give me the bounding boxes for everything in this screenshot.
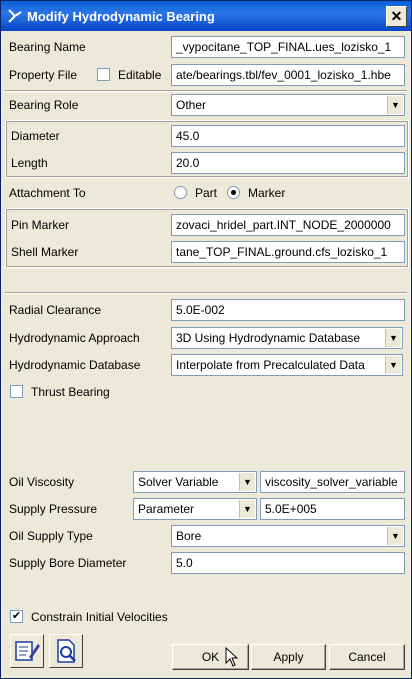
pin-marker-field[interactable]: zovaci_hridel_part.INT_NODE_2000000: [171, 214, 405, 236]
mouse-cursor-icon: [225, 647, 239, 667]
bearing-name-field[interactable]: _vypocitane_TOP_FINAL.ues_lozisko_1: [171, 36, 405, 58]
oil-viscosity-field[interactable]: viscosity_solver_variable: [260, 471, 405, 493]
diameter-label: Diameter: [11, 129, 60, 143]
info-browser-button[interactable]: [49, 634, 83, 668]
cancel-button[interactable]: Cancel: [329, 644, 405, 670]
hydro-approach-label: Hydrodynamic Approach: [9, 331, 140, 345]
supply-bore-diameter-label: Supply Bore Diameter: [9, 556, 127, 570]
attachment-marker-label: Marker: [248, 186, 286, 200]
supply-pressure-field[interactable]: 5.0E+005: [260, 498, 405, 520]
property-file-field[interactable]: ate/bearings.tbl/fev_0001_lozisko_1.hbe: [171, 64, 405, 86]
chevron-down-icon: ▼: [385, 329, 401, 347]
shell-marker-field[interactable]: tane_TOP_FINAL.ground.cfs_lozisko_1: [171, 241, 405, 263]
oil-viscosity-label: Oil Viscosity: [9, 475, 75, 489]
chevron-down-icon: ▼: [387, 527, 403, 545]
hydro-approach-value: 3D Using Hydrodynamic Database: [176, 331, 361, 345]
chevron-down-icon: ▼: [239, 473, 255, 491]
oil-viscosity-type-value: Solver Variable: [138, 475, 219, 489]
oil-viscosity-type-select[interactable]: Solver Variable ▼: [133, 471, 257, 493]
apply-button[interactable]: Apply: [251, 644, 326, 670]
hydro-database-value: Interpolate from Precalculated Data: [176, 358, 365, 372]
pin-marker-label: Pin Marker: [11, 218, 70, 232]
bearing-role-select[interactable]: Other ▼: [171, 94, 405, 116]
supply-pressure-type-select[interactable]: Parameter ▼: [133, 498, 257, 520]
chevron-down-icon: ▼: [387, 96, 403, 114]
oil-supply-type-value: Bore: [176, 529, 202, 543]
property-file-label: Property File: [9, 68, 78, 82]
comments-button[interactable]: [10, 634, 44, 668]
oil-supply-type-label: Oil Supply Type: [9, 529, 93, 543]
supply-bore-diameter-field[interactable]: 5.0: [171, 552, 405, 574]
constrain-velocities-checkbox[interactable]: ✔: [10, 610, 23, 623]
dialog-window: Modify Hydrodynamic Bearing ✕ Bearing Na…: [0, 0, 412, 679]
adams-logo-icon: [8, 9, 22, 23]
bearing-role-value: Other: [176, 98, 207, 112]
length-field[interactable]: 20.0: [171, 152, 405, 174]
chevron-down-icon: ▼: [385, 356, 401, 374]
close-icon: ✕: [390, 8, 403, 24]
oil-supply-type-select[interactable]: Bore ▼: [171, 525, 405, 547]
editable-label: Editable: [118, 68, 162, 82]
attachment-label: Attachment To: [9, 186, 86, 200]
chevron-down-icon: ▼: [239, 500, 255, 518]
radial-clearance-label: Radial Clearance: [9, 303, 102, 317]
radial-clearance-field[interactable]: 5.0E-002: [171, 299, 405, 321]
thrust-bearing-checkbox[interactable]: [10, 385, 23, 398]
attachment-part-radio[interactable]: [174, 186, 187, 199]
checkmark-icon: ✔: [11, 610, 22, 622]
editable-checkbox[interactable]: [97, 68, 110, 81]
constrain-velocities-label: Constrain Initial Velocities: [31, 610, 168, 624]
hydro-approach-select[interactable]: 3D Using Hydrodynamic Database ▼: [171, 327, 403, 349]
hydro-database-select[interactable]: Interpolate from Precalculated Data ▼: [171, 354, 403, 376]
length-label: Length: [11, 156, 48, 170]
hydro-database-label: Hydrodynamic Database: [9, 358, 141, 372]
attachment-marker-radio[interactable]: [227, 186, 240, 199]
edit-notes-icon: [15, 641, 40, 661]
window-title: Modify Hydrodynamic Bearing: [27, 9, 215, 24]
close-button[interactable]: ✕: [386, 6, 407, 27]
supply-pressure-label: Supply Pressure: [9, 502, 98, 516]
divider: [5, 292, 407, 294]
supply-pressure-type-value: Parameter: [138, 502, 195, 516]
attachment-part-label: Part: [195, 186, 218, 200]
title-bar[interactable]: Modify Hydrodynamic Bearing ✕: [1, 1, 411, 31]
thrust-bearing-label: Thrust Bearing: [31, 385, 110, 399]
divider: [5, 90, 407, 92]
document-search-icon: [57, 639, 76, 663]
diameter-field[interactable]: 45.0: [171, 125, 405, 147]
bearing-role-label: Bearing Role: [9, 98, 79, 112]
bearing-name-label: Bearing Name: [9, 40, 86, 54]
shell-marker-label: Shell Marker: [11, 245, 79, 259]
